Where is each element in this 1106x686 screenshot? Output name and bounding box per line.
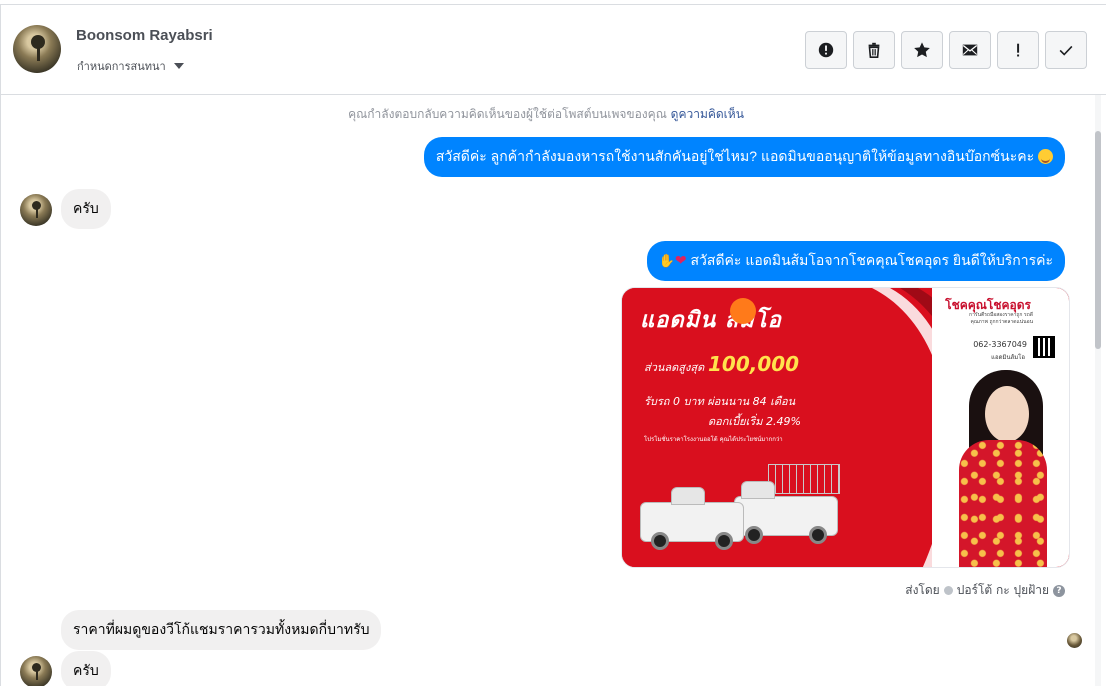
conversation-thread[interactable]: คุณกำลังตอบกลับความคิดเห็นของผู้ใช้ต่อโพ… [1,95,1101,686]
promo-model-dress [959,440,1047,567]
message-text: สวัสดีค่ะ แอดมินส้มโอจากโชคคุณโชคอุดร ยิ… [690,252,1054,268]
promo-fineprint: โปรโมชั่นราคาโรงงานออโต้ คุณได้ประโยชน์ม… [644,436,783,443]
report-spam-icon [818,42,834,58]
truck-image [640,487,744,550]
caret-down-icon [173,63,184,69]
user-avatar[interactable] [13,25,61,73]
promo-image-attachment[interactable]: แอดมิน ส้มโอ ส่วนลดสูงสุด 100,000 รับรถ … [621,287,1070,568]
orange-icon [730,298,756,324]
message-text: สวัสดีค่ะ ลูกค้ากำลังมองหารถใช้งานสักคัน… [435,148,1035,164]
promo-phone: 062-3367049 [973,340,1027,349]
promo-brand-sub: การันตีรถมือสองราคาถูก รถดี คุณภาพ ถูกกว… [969,312,1033,325]
user-name[interactable]: Boonsom Rayabsri [76,27,213,44]
promo-installment-text: รับรถ 0 บาท ผ่อนนาน 84 เดือน [644,395,796,408]
exclamation-icon [1017,43,1020,57]
view-comment-link[interactable]: ดูความคิดเห็น [671,107,744,121]
mark-unread-button[interactable] [949,31,991,69]
heart-emoji-icon: ❤ [674,252,687,268]
scrollbar-thumb[interactable] [1095,131,1101,349]
message-text: ครับ [73,662,99,678]
delete-button[interactable] [853,31,895,69]
smile-emoji-icon [1038,149,1053,164]
sender-avatar[interactable] [20,194,52,226]
promo-interest-text: ดอกเบี้ยเริ่ม 2.49% [708,415,801,428]
assign-label: กำหนดการสนทนา [77,60,166,73]
follow-up-button[interactable] [997,31,1039,69]
scrollbar[interactable] [1095,95,1101,686]
message-text: ราคาที่ผมดูของวีโก้แชมราคารวมทั้งหมดกี่บ… [73,621,370,637]
trash-icon [868,42,880,59]
conversation-header: Boonsom Rayabsri กำหนดการสนทนา [1,5,1106,95]
truck-image [734,481,838,544]
star-icon [914,42,930,58]
pray-emoji-icon: ✋ [658,253,675,268]
report-spam-button[interactable] [805,31,847,69]
reply-note-text: คุณกำลังตอบกลับความคิดเห็นของผู้ใช้ต่อโพ… [348,107,667,121]
promo-discount-amount: 100,000 [708,352,800,376]
agent-avatar-icon [943,586,953,595]
promo-admin-name: แอดมินส้มโอ [991,354,1025,361]
sent-by-info: ส่งโดย ปอร์โต้ กะ ปุยฝ้าย ? [905,581,1065,600]
message-incoming[interactable]: ครับ [61,651,111,686]
promo-title: แอดมิน ส้มโอ [640,308,782,333]
sender-avatar[interactable] [20,656,52,686]
header-actions [805,31,1087,69]
mark-done-button[interactable] [1045,31,1087,69]
help-icon[interactable]: ? [1053,584,1065,597]
promo-discount-label: ส่วนลดสูงสุด [644,361,705,374]
qr-code-icon [1033,336,1055,358]
check-icon [1059,45,1073,56]
message-incoming[interactable]: ครับ [61,189,111,229]
mail-icon [962,44,978,56]
promo-model-face [985,386,1029,442]
message-outgoing[interactable]: ✋❤ สวัสดีค่ะ แอดมินส้มโอจากโชคคุณโชคอุดร… [646,241,1065,281]
messenger-frame: Boonsom Rayabsri กำหนดการสนทนา คุณกำลังต… [0,4,1106,686]
message-outgoing[interactable]: สวัสดีค่ะ ลูกค้ากำลังมองหารถใช้งานสักคัน… [423,137,1065,177]
sent-by-label: ส่งโดย [905,583,940,597]
star-button[interactable] [901,31,943,69]
message-text: ครับ [73,200,99,216]
truck-rack [768,464,840,494]
seen-avatar-icon [1067,633,1082,648]
message-incoming[interactable]: ราคาที่ผมดูของวีโก้แชมราคารวมทั้งหมดกี่บ… [61,610,382,650]
sent-by-agent[interactable]: ปอร์โต้ กะ ปุยฝ้าย [957,581,1049,600]
reply-context-note: คุณกำลังตอบกลับความคิดเห็นของผู้ใช้ต่อโพ… [1,105,1091,124]
assign-conversation-dropdown[interactable]: กำหนดการสนทนา [77,57,184,75]
